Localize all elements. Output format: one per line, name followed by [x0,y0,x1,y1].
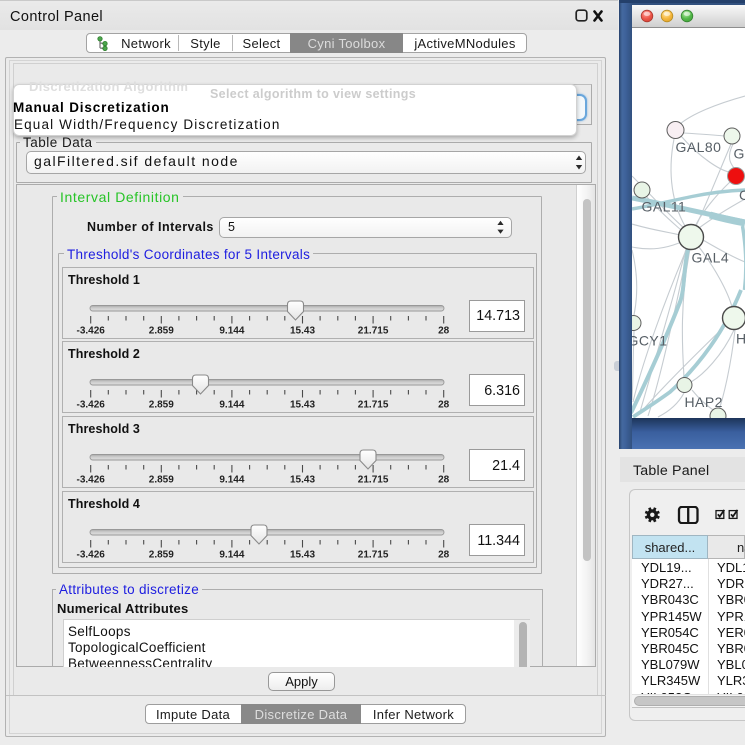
svg-text:2.859: 2.859 [149,325,174,336]
svg-text:9.144: 9.144 [219,475,244,486]
svg-text:-3.426: -3.426 [77,550,106,561]
svg-text:GAL4: GAL4 [692,250,730,266]
svg-text:15.43: 15.43 [290,550,315,561]
svg-text:28: 28 [438,325,450,336]
svg-text:2.859: 2.859 [149,550,174,561]
svg-text:GCY1: GCY1 [632,333,667,349]
svg-text:21.715: 21.715 [358,400,389,411]
svg-text:28: 28 [438,400,450,411]
svg-text:9.144: 9.144 [219,550,244,561]
svg-text:21.715: 21.715 [358,475,389,486]
svg-text:15.43: 15.43 [290,475,315,486]
svg-text:21.715: 21.715 [358,325,389,336]
svg-text:H: H [736,331,745,347]
svg-text:28: 28 [438,550,450,561]
svg-text:15.43: 15.43 [290,400,315,411]
svg-text:GAL80: GAL80 [676,139,722,155]
svg-text:-3.426: -3.426 [77,325,106,336]
svg-text:C: C [739,187,745,203]
svg-text:21.715: 21.715 [358,550,389,561]
svg-text:2.859: 2.859 [149,475,174,486]
svg-text:15.43: 15.43 [290,325,315,336]
svg-text:GAL11: GAL11 [642,199,687,215]
svg-text:-3.426: -3.426 [77,475,106,486]
svg-text:9.144: 9.144 [219,400,244,411]
svg-text:GAL: GAL [734,146,745,162]
svg-text:-3.426: -3.426 [77,400,106,411]
svg-text:2.859: 2.859 [149,400,174,411]
svg-text:9.144: 9.144 [219,325,244,336]
svg-text:HAP2: HAP2 [685,394,723,410]
svg-text:28: 28 [438,475,450,486]
